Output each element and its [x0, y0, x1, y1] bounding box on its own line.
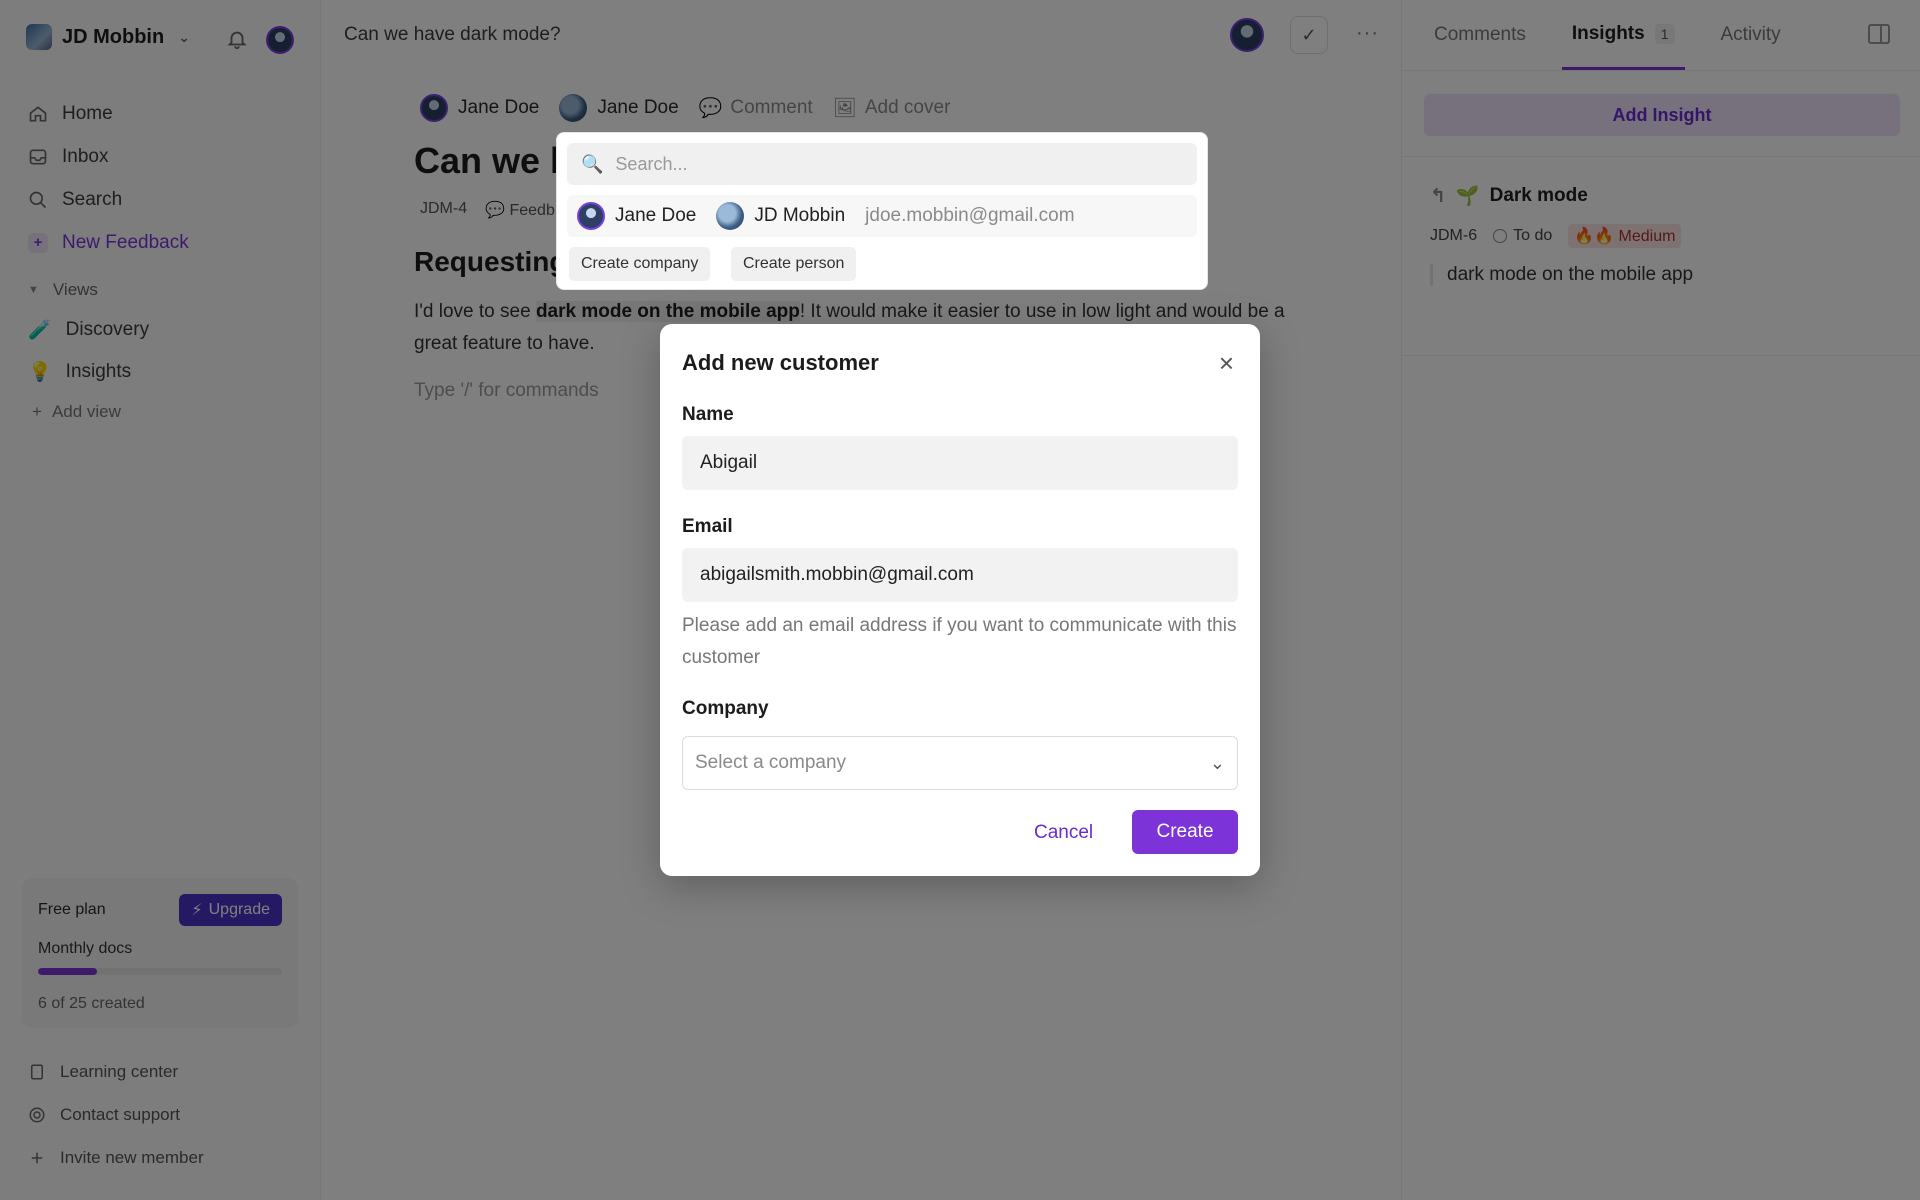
add-customer-modal: Add new customer × Name Email Please add… — [660, 324, 1260, 876]
create-button[interactable]: Create — [1132, 810, 1238, 854]
company-placeholder: Select a company — [695, 752, 847, 773]
customer-search-input[interactable]: 🔍 Search... — [567, 143, 1197, 185]
company-label: Company — [682, 698, 769, 719]
name-label: Name — [682, 404, 734, 425]
email-label: Email — [682, 516, 733, 537]
customer-option[interactable]: Jane Doe JD Mobbin jdoe.mobbin@gmail.com — [567, 195, 1197, 237]
search-placeholder: Search... — [615, 153, 688, 174]
avatar — [716, 202, 745, 230]
option-name: Jane Doe — [615, 205, 697, 226]
create-person-button[interactable]: Create person — [731, 247, 857, 281]
option-company: JD Mobbin — [716, 202, 845, 230]
company-select[interactable]: Select a company ⌄ — [682, 736, 1238, 790]
search-icon: 🔍 — [581, 153, 604, 174]
cancel-button[interactable]: Cancel — [1022, 812, 1105, 854]
customer-picker-dropdown: 🔍 Search... Jane Doe JD Mobbin jdoe.mobb… — [556, 132, 1208, 290]
avatar — [577, 202, 605, 230]
name-field[interactable] — [682, 436, 1238, 490]
email-field[interactable] — [682, 548, 1238, 602]
email-help-text: Please add an email address if you want … — [682, 615, 1237, 668]
option-email: jdoe.mobbin@gmail.com — [865, 205, 1075, 226]
modal-title: Add new customer — [682, 350, 879, 375]
option-company-name: JD Mobbin — [754, 205, 846, 226]
close-icon[interactable]: × — [1219, 348, 1234, 379]
chevron-down-icon: ⌄ — [1209, 752, 1225, 773]
option-person: Jane Doe — [577, 202, 696, 230]
create-company-button[interactable]: Create company — [569, 247, 711, 281]
app-window: JD Mobbin ⌄ Home Inbox Search + New Feed… — [0, 0, 1920, 1200]
